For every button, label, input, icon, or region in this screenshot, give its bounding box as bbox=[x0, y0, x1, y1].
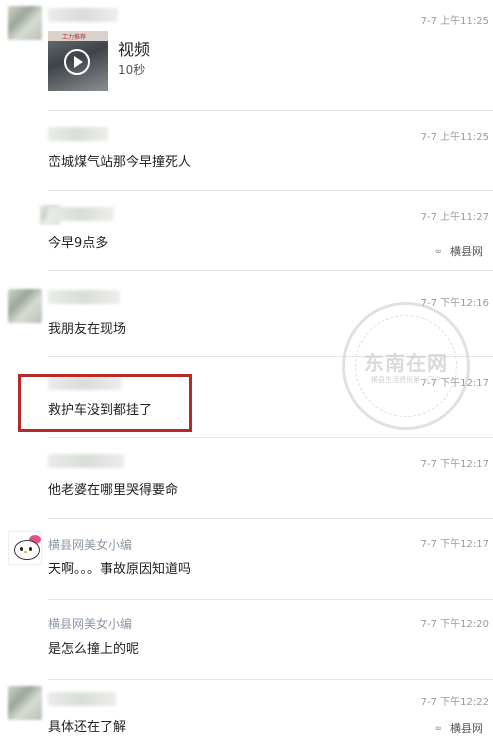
username[interactable]: 横县网美女小编 bbox=[48, 536, 132, 553]
comment-text: 我朋友在现场 bbox=[48, 322, 127, 337]
comment-time: 7-7 下午12:17 bbox=[420, 539, 489, 550]
comment-item: 7-7 下午12:22 具体还在了解 ∞ 横县网 bbox=[0, 680, 493, 741]
username-blurred[interactable] bbox=[48, 8, 118, 22]
comment-time: 7-7 上午11:27 bbox=[420, 212, 489, 223]
comment-time: 7-7 上午11:25 bbox=[420, 16, 489, 27]
source-badge-label: 横县网 bbox=[450, 722, 483, 735]
avatar[interactable] bbox=[8, 289, 42, 323]
comment-item: 7-7 下午12:17 他老婆在哪里哭得要命 bbox=[0, 438, 493, 518]
comment-text: 他老婆在哪里哭得要命 bbox=[48, 483, 179, 498]
comment-text: 是怎么撞上的呢 bbox=[48, 642, 140, 657]
play-icon[interactable] bbox=[64, 49, 90, 75]
comment-item: 横县网美女小编 7-7 下午12:20 是怎么撞上的呢 bbox=[0, 600, 493, 680]
wechat-icon: ∞ bbox=[434, 724, 443, 734]
username-blurred[interactable] bbox=[48, 207, 114, 221]
highlight-box bbox=[18, 374, 192, 432]
avatar[interactable] bbox=[8, 686, 42, 720]
comment-item: 7-7 上午11:27 今早9点多 ∞ 横县网 bbox=[0, 191, 493, 271]
comment-item: 7-7 下午12:16 我朋友在现场 bbox=[0, 271, 493, 351]
comment-time: 7-7 下午12:16 bbox=[420, 298, 489, 309]
avatar[interactable] bbox=[8, 6, 42, 40]
source-badge: ∞ 横县网 bbox=[435, 720, 484, 736]
comment-item: 横县网美女小编 7-7 下午12:17 天啊。。。事故原因知道吗 bbox=[0, 519, 493, 599]
username-blurred[interactable] bbox=[48, 692, 116, 706]
username-blurred[interactable] bbox=[48, 127, 108, 141]
comment-text: 天啊。。。事故原因知道吗 bbox=[48, 562, 192, 577]
comment-time: 7-7 上午11:25 bbox=[420, 132, 489, 143]
source-badge-label: 横县网 bbox=[450, 245, 483, 258]
username-blurred[interactable] bbox=[48, 290, 120, 304]
avatar-hello-kitty[interactable] bbox=[8, 531, 42, 565]
video-duration: 10秒 bbox=[118, 63, 146, 77]
source-badge: ∞ 横县网 bbox=[435, 243, 484, 259]
comment-time: 7-7 下午12:17 bbox=[420, 459, 489, 470]
comment-time: 7-7 下午12:22 bbox=[420, 697, 489, 708]
comment-item: 7-7 上午11:25 峦城煤气站那今早撞死人 bbox=[0, 111, 493, 191]
comment-text: 峦城煤气站那今早撞死人 bbox=[48, 155, 192, 170]
comment-text: 今早9点多 bbox=[48, 236, 109, 251]
username-blurred[interactable] bbox=[48, 454, 124, 468]
thumb-caption: 工力推荐 bbox=[62, 34, 87, 41]
comment-item: 7-7 上午11:25 工力推荐 视频 10秒 bbox=[0, 0, 493, 110]
video-label: 视频 bbox=[118, 40, 151, 59]
comment-time: 7-7 下午12:17 bbox=[420, 378, 489, 389]
video-thumbnail[interactable]: 工力推荐 bbox=[48, 31, 108, 91]
wechat-icon: ∞ bbox=[434, 247, 443, 257]
username[interactable]: 横县网美女小编 bbox=[48, 615, 132, 632]
comment-text: 具体还在了解 bbox=[48, 720, 127, 735]
comment-time: 7-7 下午12:20 bbox=[420, 619, 489, 630]
